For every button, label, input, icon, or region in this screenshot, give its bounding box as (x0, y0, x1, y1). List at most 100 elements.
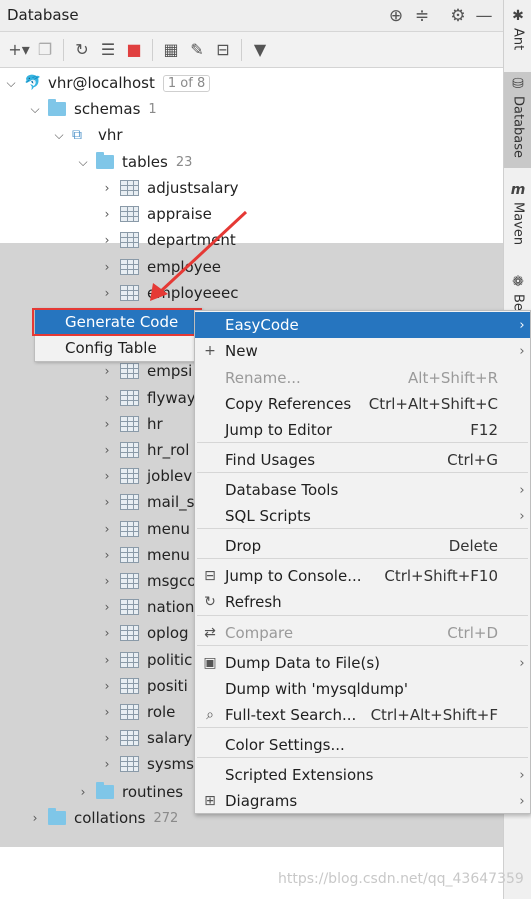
copy-icon[interactable]: ❐ (32, 37, 58, 63)
gear-icon[interactable]: ⚙ (445, 4, 471, 28)
menu-item-shortcut: Ctrl+Shift+F10 (384, 567, 498, 585)
refresh-icon[interactable]: ↻ (69, 37, 95, 63)
chevron-down-icon[interactable]: ⌵ (52, 128, 66, 143)
chevron-right-icon[interactable]: › (100, 548, 114, 562)
edit-icon[interactable]: ✎ (184, 37, 210, 63)
sidebar-tab-database[interactable]: ⛁ Database (504, 72, 531, 168)
menu-item-color-settings[interactable]: Color Settings... (195, 732, 530, 758)
menu-item-label: Find Usages (225, 451, 316, 469)
menu-item-shortcut: Alt+Shift+R (408, 369, 498, 387)
menu-item-database-tools[interactable]: Database Tools › (195, 477, 530, 503)
chevron-right-icon[interactable]: › (100, 626, 114, 640)
stop-icon[interactable]: ■ (121, 37, 147, 63)
menu-item-full-text-search[interactable]: ⌕ Full-text Search... Ctrl+Alt+Shift+F (195, 702, 530, 728)
table-view-icon[interactable]: ▦ (158, 37, 184, 63)
sidebar-tab-maven[interactable]: m Maven (504, 178, 531, 254)
tree-node-schemas[interactable]: ⌵ schemas 1 (0, 96, 503, 122)
chevron-right-icon[interactable]: › (100, 417, 114, 431)
menu-item-drop[interactable]: Drop Delete (195, 533, 530, 559)
chevron-right-icon[interactable]: › (100, 364, 114, 378)
tree-node-tables[interactable]: ⌵ tables 23 (0, 149, 503, 175)
tree-node-table[interactable]: › employee (0, 254, 503, 280)
menu-item-easycode[interactable]: EasyCode › (195, 312, 530, 338)
db-properties-icon[interactable]: ☰ (95, 37, 121, 63)
menu-item-new[interactable]: + New › (195, 338, 530, 364)
chevron-right-icon[interactable]: › (100, 495, 114, 509)
menu-item-refresh[interactable]: ↻ Refresh (195, 589, 530, 615)
table-label: empsi (147, 362, 193, 381)
menu-item-jump-to-console[interactable]: ⊟ Jump to Console... Ctrl+Shift+F10 (195, 563, 530, 589)
menu-item-find-usages[interactable]: Find Usages Ctrl+G (195, 447, 530, 473)
sidebar-tab-be[interactable]: ❁ Be (504, 270, 531, 314)
compare-icon: ⇄ (204, 625, 216, 641)
chevron-down-icon[interactable]: ⌵ (76, 155, 90, 170)
folder-icon (48, 808, 66, 825)
plus-icon: + (204, 343, 216, 359)
tree-node-table[interactable]: › employeeec (0, 280, 503, 306)
chevron-right-icon[interactable]: › (100, 391, 114, 405)
menu-item-scripted-extensions[interactable]: Scripted Extensions › (195, 762, 530, 788)
table-icon (120, 468, 139, 485)
filter-icon[interactable]: ▼ (247, 37, 273, 63)
maven-icon: m (510, 182, 526, 198)
chevron-right-icon[interactable]: › (100, 574, 114, 588)
chevron-right-icon[interactable]: › (100, 731, 114, 745)
tree-node-table[interactable]: › adjustsalary (0, 175, 503, 201)
sidebar-tab-ant[interactable]: ✱ Ant (504, 4, 531, 64)
menu-item-copy-references[interactable]: Copy References Ctrl+Alt+Shift+C (195, 391, 530, 417)
chevron-right-icon[interactable]: › (100, 181, 114, 195)
chevron-right-icon: › (519, 793, 525, 809)
table-icon (120, 180, 139, 196)
target-icon[interactable]: ⊕ (383, 4, 409, 28)
menu-item-sql-scripts[interactable]: SQL Scripts › (195, 503, 530, 529)
menu-item-dump-mysqldump[interactable]: Dump with 'mysqldump' (195, 676, 530, 702)
chevron-right-icon[interactable]: › (100, 679, 114, 693)
tree-node-schema-vhr[interactable]: ⌵ ⧉ vhr (0, 122, 503, 148)
chevron-right-icon[interactable]: › (100, 233, 114, 247)
chevron-right-icon[interactable]: › (100, 600, 114, 614)
menu-item-compare[interactable]: ⇄ Compare Ctrl+D (195, 620, 530, 646)
schema-icon: ⧉ (72, 127, 82, 143)
chevron-down-icon[interactable]: ⌵ (4, 76, 18, 91)
chevron-right-icon[interactable]: › (100, 653, 114, 667)
chevron-right-icon[interactable]: › (100, 705, 114, 719)
add-icon[interactable]: +▾ (6, 37, 32, 63)
menu-item-shortcut: Ctrl+Alt+Shift+F (370, 706, 498, 724)
menu-item-diagrams[interactable]: ⊞ Diagrams › (195, 788, 530, 814)
table-icon (120, 546, 139, 563)
console-icon[interactable]: ⊟ (210, 37, 236, 63)
chevron-right-icon[interactable]: › (100, 757, 114, 771)
config-table-item[interactable]: Config Table (35, 335, 201, 361)
refresh-icon: ↻ (204, 594, 216, 610)
chevron-right-icon[interactable]: › (100, 443, 114, 457)
chevron-right-icon: › (519, 508, 525, 524)
table-label: employee (147, 257, 222, 276)
tree-node-table[interactable]: › department (0, 227, 503, 253)
table-icon (120, 704, 139, 720)
table-icon (120, 625, 139, 642)
menu-item-jump-to-editor[interactable]: Jump to Editor F12 (195, 417, 530, 443)
chevron-right-icon[interactable]: › (100, 286, 114, 300)
chevron-right-icon[interactable]: › (100, 260, 114, 274)
chevron-right-icon: › (519, 317, 525, 333)
context-menu: EasyCode › + New › Rename... Alt+Shift+R Copy R… (194, 310, 531, 814)
table-label: nation (147, 598, 195, 617)
chevron-right-icon[interactable]: › (100, 469, 114, 483)
chevron-right-icon[interactable]: › (100, 207, 114, 221)
tree-node-connection[interactable]: ⌵ 🐬 vhr@localhost 1 of 8 (0, 70, 503, 96)
menu-item-shortcut: F12 (470, 421, 498, 439)
tree-node-table[interactable]: › appraise (0, 201, 503, 227)
chevron-right-icon[interactable]: › (100, 522, 114, 536)
chevron-right-icon[interactable]: › (76, 785, 90, 799)
chevron-right-icon[interactable]: › (28, 811, 42, 825)
chevron-down-icon[interactable]: ⌵ (28, 102, 42, 117)
connection-badge: 1 of 8 (162, 74, 211, 92)
menu-item-dump-data[interactable]: ▣ Dump Data to File(s) › (195, 650, 530, 676)
collapse-icon[interactable]: ≑ (409, 4, 435, 28)
menu-item-label: Full-text Search... (225, 706, 357, 724)
highlight-box (32, 308, 202, 336)
menu-item-label: Scripted Extensions (225, 766, 374, 784)
menu-item-rename[interactable]: Rename... Alt+Shift+R (195, 365, 530, 391)
minimize-icon[interactable]: — (471, 4, 497, 28)
table-label: salary (147, 729, 193, 748)
